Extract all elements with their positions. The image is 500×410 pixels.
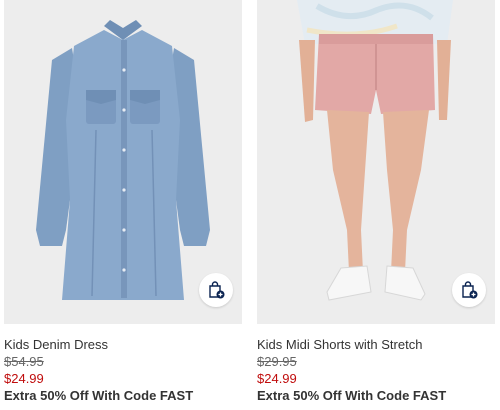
product-card[interactable]: Kids Denim Dress $54.95 $24.99 Extra 50%… (4, 0, 242, 404)
shopping-bag-plus-icon (209, 281, 225, 299)
product-image[interactable] (257, 0, 495, 324)
product-card[interactable]: Kids Midi Shorts with Stretch $29.95 $24… (257, 0, 495, 404)
sale-price: $24.99 (4, 371, 44, 386)
product-name[interactable]: Kids Denim Dress (4, 336, 242, 353)
sale-price: $24.99 (257, 371, 297, 386)
promo-text: Extra 50% Off With Code FAST (257, 388, 447, 403)
promo-text: Extra 50% Off With Code FAST (4, 388, 194, 403)
product-name[interactable]: Kids Midi Shorts with Stretch (257, 336, 495, 353)
add-to-bag-button[interactable] (199, 273, 233, 307)
shopping-bag-plus-icon (462, 281, 478, 299)
product-image[interactable] (4, 0, 242, 324)
original-price: $29.95 (257, 354, 297, 369)
original-price: $54.95 (4, 354, 44, 369)
add-to-bag-button[interactable] (452, 273, 486, 307)
